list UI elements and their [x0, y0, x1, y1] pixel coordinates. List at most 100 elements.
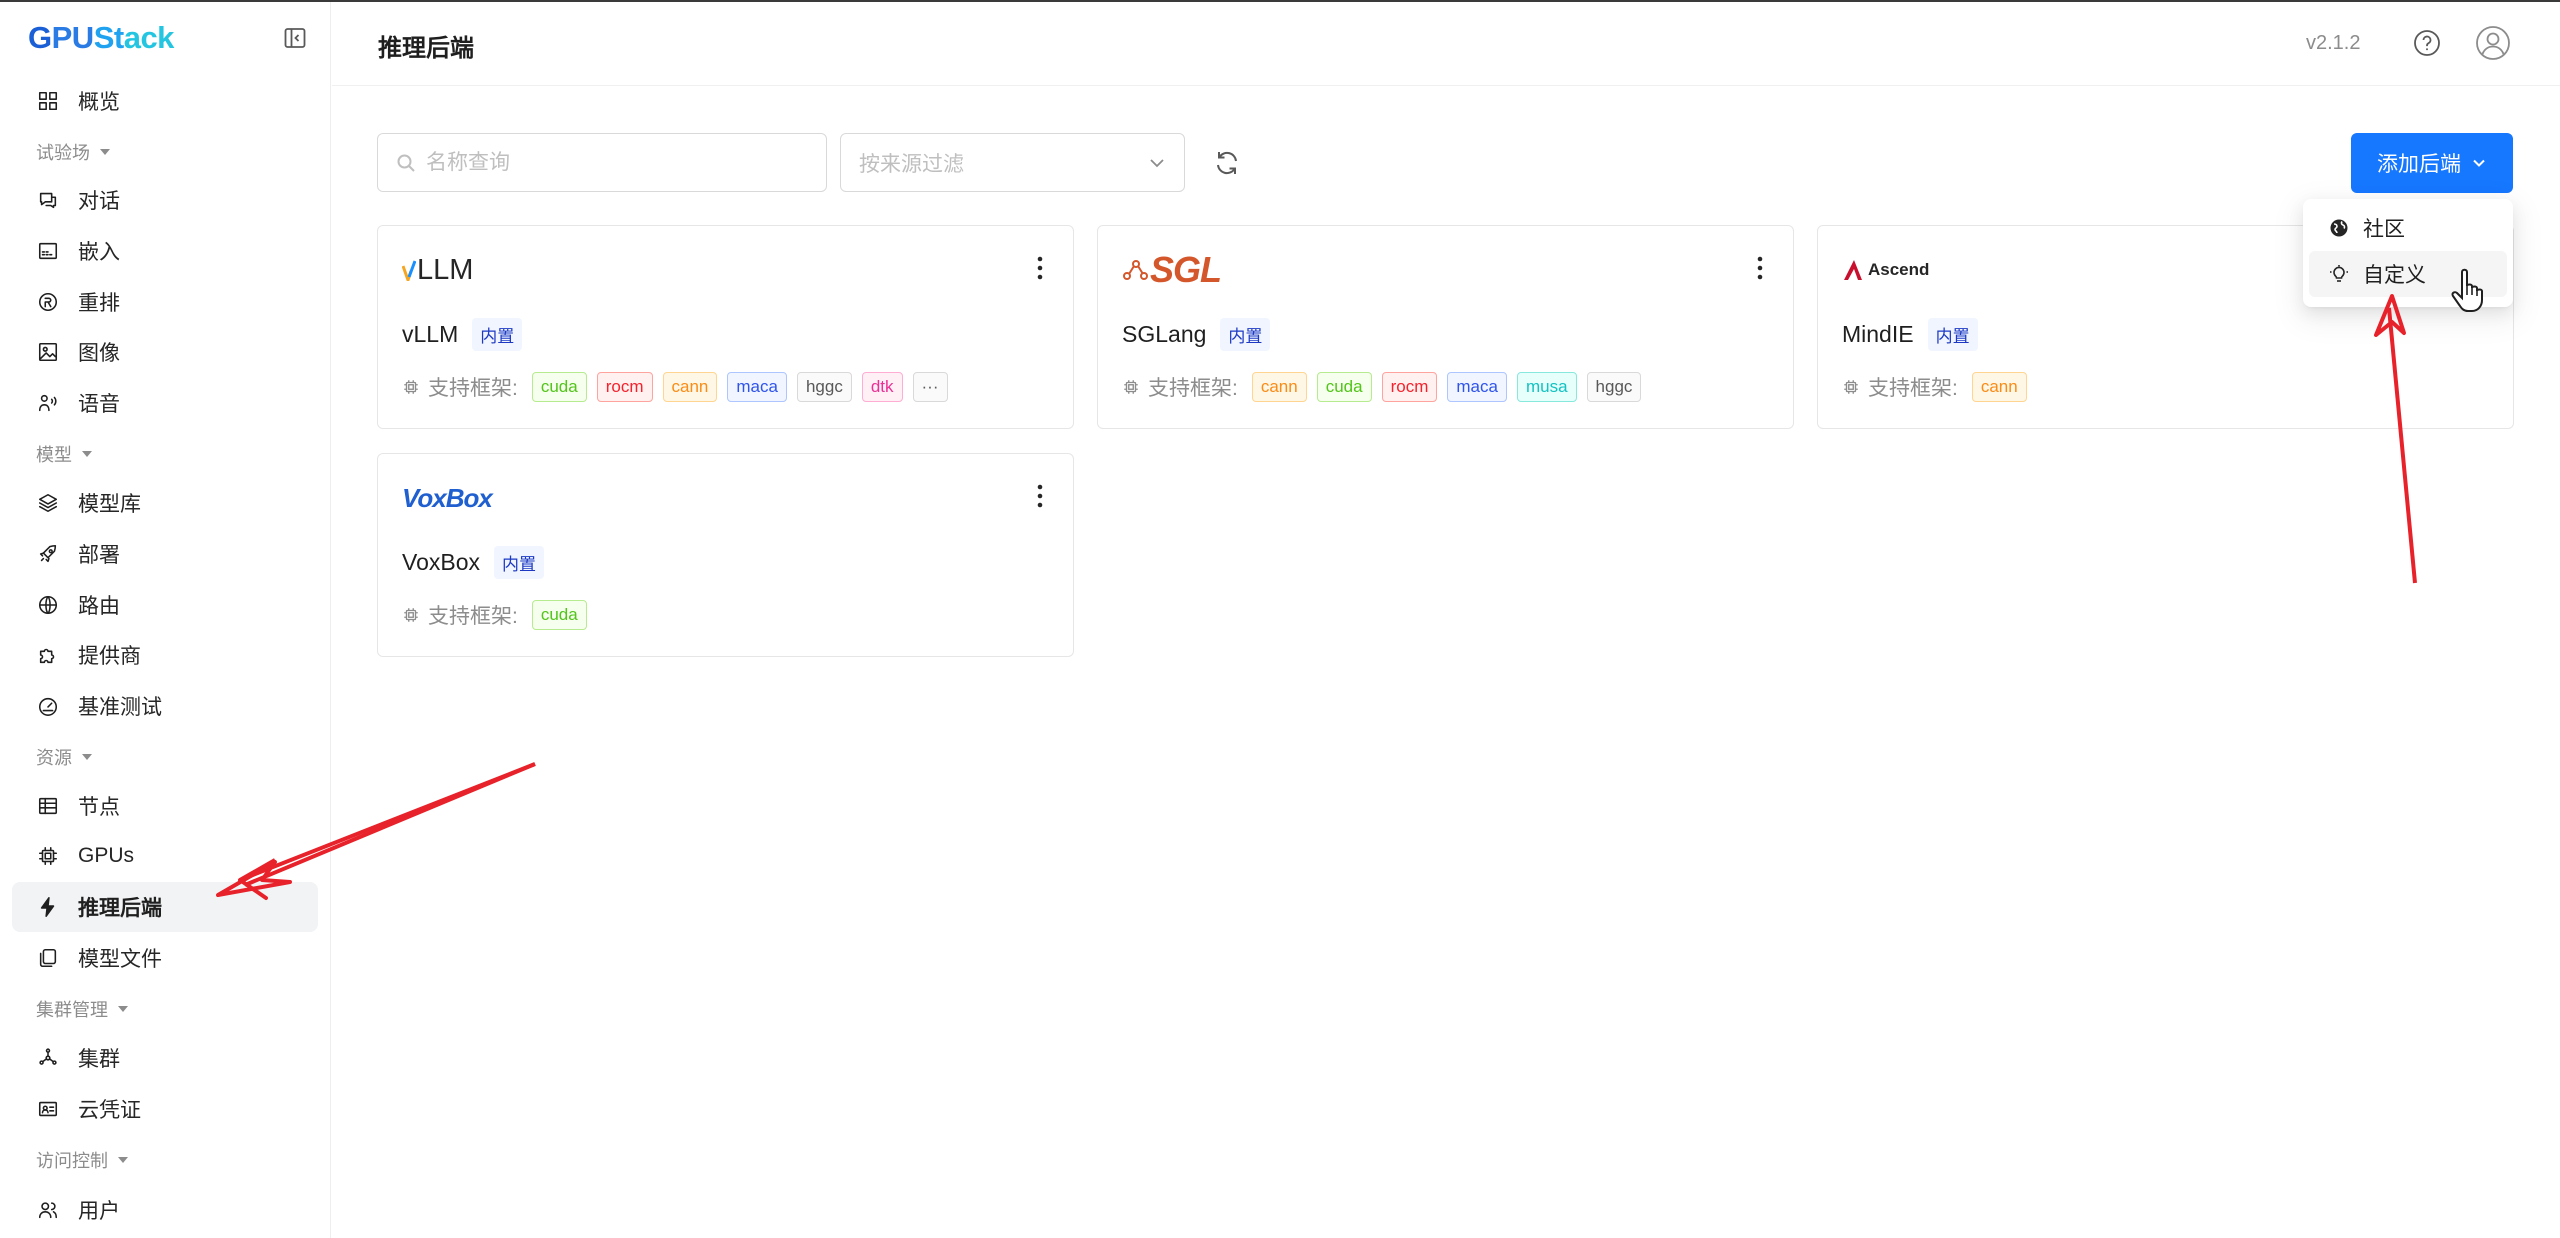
add-backend-button[interactable]: 添加后端: [2351, 133, 2513, 193]
refresh-icon[interactable]: [1212, 148, 1242, 178]
sidebar-item[interactable]: 语音: [12, 378, 318, 428]
chip-icon: [404, 608, 418, 622]
image-icon: [36, 340, 60, 364]
framework-label: 支持框架:: [402, 600, 518, 630]
dropdown-item-custom[interactable]: 自定义: [2309, 251, 2507, 297]
dropdown-item-label: 社区: [2363, 218, 2405, 241]
sidebar-group-header[interactable]: 访问控制: [36, 1147, 128, 1173]
puzzle-icon: [36, 643, 60, 667]
sidebar-item[interactable]: 图像: [12, 327, 318, 377]
framework-tag: hggc: [1586, 372, 1642, 402]
sidebar-group-label: 模型: [36, 445, 72, 465]
framework-row: 支持框架: cuda rocm cann maca hggc dtk ···: [402, 372, 948, 402]
user-avatar-icon[interactable]: [2474, 24, 2512, 62]
sidebar-item-label: 嵌入: [78, 241, 120, 264]
search-input[interactable]: [426, 150, 806, 175]
more-vertical-icon[interactable]: [1037, 256, 1043, 280]
files-icon: [36, 946, 60, 970]
framework-tag: cann: [662, 372, 718, 402]
more-vertical-icon[interactable]: [1757, 256, 1763, 280]
sidebar-item-label: 对话: [78, 190, 120, 213]
sidebar-item[interactable]: 云凭证: [12, 1084, 318, 1134]
sidebar-group-header[interactable]: 试验场: [36, 139, 110, 165]
backend-logo: SGL: [1122, 249, 1222, 290]
backend-name: VoxBox: [402, 549, 480, 575]
logo-letters-ack: ack: [123, 20, 175, 55]
framework-tag: musa: [1516, 372, 1577, 402]
help-icon[interactable]: [2412, 28, 2442, 58]
sidebar-item[interactable]: 嵌入: [12, 226, 318, 276]
framework-label-text: 支持框架:: [1868, 377, 1958, 400]
chevron-down-icon: [2473, 159, 2485, 167]
rerank-icon: [36, 290, 60, 314]
sidebar-item[interactable]: 模型库: [12, 478, 318, 528]
sidebar-item[interactable]: 推理后端: [12, 882, 318, 932]
backend-logo: LLM: [402, 252, 473, 288]
sidebar-item-label: 提供商: [78, 645, 141, 668]
sidebar-item-label: 概览: [78, 91, 120, 114]
source-filter-select[interactable]: 按来源过滤: [840, 133, 1185, 192]
gpustack-logo[interactable]: GPUStack: [28, 20, 174, 56]
backend-name-row: vLLM 内置: [402, 318, 523, 351]
backend-card[interactable]: SGL SGLang 内置 支持框架: cann cuda rocm maca musa hggc: [1097, 225, 1794, 429]
backend-card[interactable]: LLM vLLM 内置 支持框架: cuda rocm cann maca hggc dtk ···: [377, 225, 1074, 429]
sidebar-item[interactable]: 基准测试: [12, 681, 318, 731]
framework-tag: cann: [1251, 372, 1307, 402]
chip-icon: [1844, 380, 1858, 394]
sidebar-group-header[interactable]: 模型: [36, 441, 92, 467]
top-header: 推理后端 v2.1.2: [332, 2, 2560, 86]
sidebar-item[interactable]: 对话: [12, 175, 318, 225]
builtin-badge: 内置: [1927, 318, 1978, 351]
logo-row: GPUStack: [0, 2, 331, 72]
bolt-icon: [36, 895, 60, 919]
backend-card[interactable]: VoxBox VoxBox 内置 支持框架: cuda: [377, 453, 1074, 657]
framework-label: 支持框架:: [1122, 372, 1238, 402]
source-filter-placeholder: 按来源过滤: [859, 152, 964, 176]
backend-logo: VoxBox: [402, 480, 493, 516]
gauge-icon: [36, 694, 60, 718]
framework-tag: ···: [912, 372, 948, 402]
sidebar-item[interactable]: GPUs: [12, 831, 318, 881]
globe-icon: [36, 593, 60, 617]
backend-name-row: MindIE 内置: [1842, 318, 1978, 351]
sidebar-item[interactable]: 路由: [12, 580, 318, 630]
layers-icon: [36, 491, 60, 515]
sidebar-item[interactable]: 集群: [12, 1033, 318, 1083]
sidebar-item[interactable]: 提供商: [12, 630, 318, 680]
dropdown-item-community[interactable]: 社区: [2309, 205, 2507, 251]
sidebar-item-label: 云凭证: [78, 1099, 141, 1122]
backend-name: MindIE: [1842, 321, 1914, 347]
logo-text: SGL: [1150, 249, 1222, 290]
framework-row: 支持框架: cuda: [402, 600, 587, 630]
add-backend-dropdown: 社区 自定义: [2303, 199, 2513, 307]
sidebar-group-header[interactable]: 集群管理: [36, 996, 128, 1022]
sidebar-collapse-icon[interactable]: [283, 26, 307, 50]
more-vertical-icon[interactable]: [1037, 484, 1043, 508]
users-icon: [36, 1198, 60, 1222]
sidebar-item-label: 部署: [78, 544, 120, 567]
sidebar-item[interactable]: 模型文件: [12, 933, 318, 983]
backend-name-row: SGLang 内置: [1122, 318, 1271, 351]
voice-icon: [36, 391, 60, 415]
sidebar-group-header[interactable]: 资源: [36, 744, 92, 770]
sidebar-item[interactable]: 用户: [12, 1185, 318, 1235]
sidebar-item-label: 推理后端: [78, 897, 162, 920]
builtin-badge: 内置: [1220, 318, 1271, 351]
id-card-icon: [36, 1097, 60, 1121]
sidebar-item[interactable]: 节点: [12, 781, 318, 831]
builtin-badge: 内置: [494, 546, 544, 579]
sidebar-item[interactable]: 概览: [12, 76, 318, 126]
sidebar-group-label: 试验场: [36, 143, 90, 163]
framework-tag: cuda: [531, 372, 587, 402]
sidebar-item[interactable]: 重排: [12, 277, 318, 327]
search-input-wrapper[interactable]: [377, 133, 827, 192]
framework-tag: maca: [1447, 372, 1507, 402]
sidebar-item-label: 集群: [78, 1048, 120, 1071]
framework-tag: dtk: [861, 372, 903, 402]
sidebar-item[interactable]: 部署: [12, 529, 318, 579]
framework-row: 支持框架: cann: [1842, 372, 2027, 402]
framework-tag: rocm: [1381, 372, 1438, 402]
framework-tag: rocm: [596, 372, 653, 402]
framework-label-text: 支持框架:: [1148, 377, 1238, 400]
logo-text: Ascend: [1868, 260, 1930, 279]
